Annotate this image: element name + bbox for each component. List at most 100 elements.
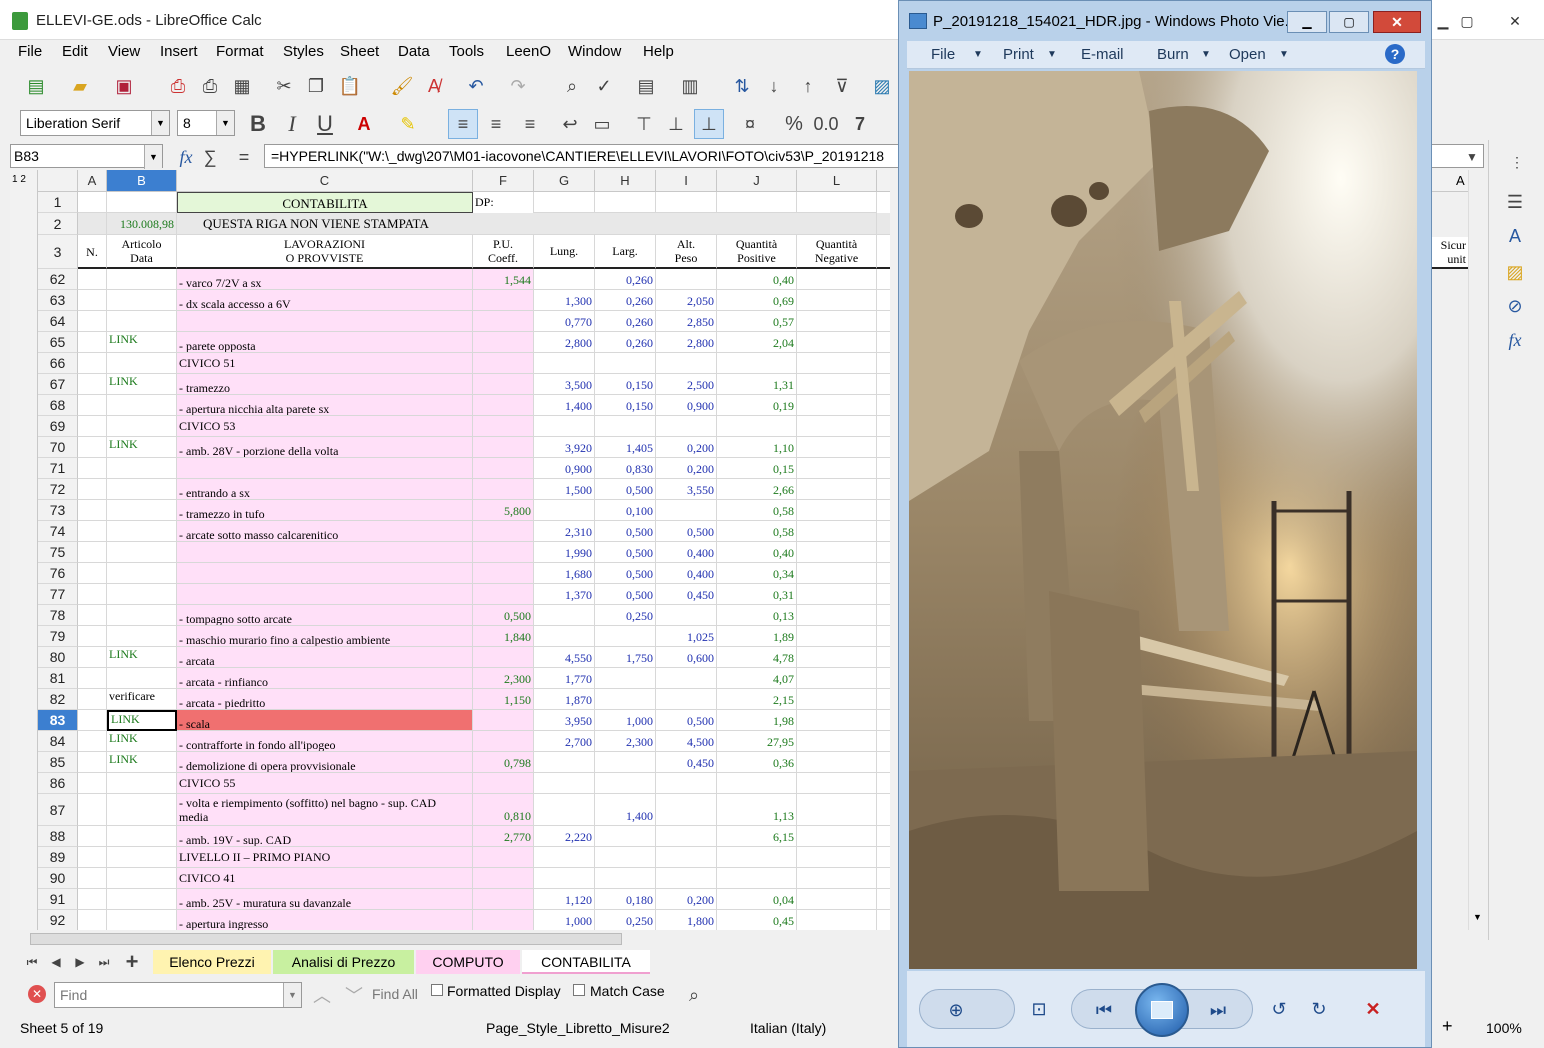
cell-b69[interactable] [107, 416, 177, 437]
cell-b82[interactable]: verificare [107, 689, 177, 710]
cell-g64[interactable]: 0,770 [534, 311, 595, 332]
cell-f62[interactable]: 1,544 [473, 269, 534, 290]
actual-size-icon[interactable]: ⊡ [1027, 997, 1051, 1021]
cell-g88[interactable]: 2,220 [534, 826, 595, 847]
cell-a87[interactable] [78, 794, 107, 826]
cell-b74[interactable] [107, 521, 177, 542]
cell-f81[interactable]: 2,300 [473, 668, 534, 689]
cell-f88[interactable]: 2,770 [473, 826, 534, 847]
cell-h69[interactable] [595, 416, 656, 437]
tab-analisi-di-prezzo[interactable]: Analisi di Prezzo [273, 950, 414, 974]
cell-b85[interactable]: LINK [107, 752, 177, 773]
cell-b64[interactable] [107, 311, 177, 332]
cell-j89[interactable] [717, 847, 797, 868]
cell-next66[interactable] [877, 353, 890, 374]
cell-i64[interactable]: 2,850 [656, 311, 717, 332]
cell-b84[interactable]: LINK [107, 731, 177, 752]
cell-i69[interactable] [656, 416, 717, 437]
cell-next64[interactable] [877, 311, 890, 332]
viewer-menu-print[interactable]: Print [1003, 46, 1034, 63]
cell-h77[interactable]: 0,500 [595, 584, 656, 605]
cell-j84[interactable]: 27,95 [717, 731, 797, 752]
cell-b87[interactable] [107, 794, 177, 826]
cell-l71[interactable] [797, 458, 877, 479]
autofilter-icon[interactable]: ⊽ [830, 74, 854, 98]
cell-b66[interactable] [107, 353, 177, 374]
cell-b81[interactable] [107, 668, 177, 689]
cell-l87[interactable] [797, 794, 877, 826]
spreadsheet-grid[interactable]: 1 2 ABCFGHIJL 1 CONTABILITA DP: 2 130.008,98… [10, 170, 890, 930]
cell-f87[interactable]: 0,810 [473, 794, 534, 826]
cell-j78[interactable]: 0,13 [717, 605, 797, 626]
cell-l63[interactable] [797, 290, 877, 311]
row-header-68[interactable]: 68 [38, 395, 78, 416]
cell-h81[interactable] [595, 668, 656, 689]
cell-i77[interactable]: 0,450 [656, 584, 717, 605]
cell-r3-next[interactable] [877, 235, 890, 269]
cell-next92[interactable] [877, 910, 890, 930]
column-header-g[interactable]: G [534, 170, 595, 192]
cell-l78[interactable] [797, 605, 877, 626]
vertical-scrollbar[interactable]: ▼ [1468, 170, 1488, 930]
cell-b77[interactable] [107, 584, 177, 605]
cell-l91[interactable] [797, 889, 877, 910]
cell-i75[interactable]: 0,400 [656, 542, 717, 563]
bold-icon[interactable]: B [246, 111, 270, 136]
cell-a69[interactable] [78, 416, 107, 437]
cell-f79[interactable]: 1,840 [473, 626, 534, 647]
cell-b67[interactable]: LINK [107, 374, 177, 395]
cell-l73[interactable] [797, 500, 877, 521]
cell-c63[interactable]: - dx scala accesso a 6V [177, 290, 473, 311]
cell-g83[interactable]: 3,950 [534, 710, 595, 731]
close-icon[interactable]: ✕ [1373, 11, 1421, 33]
cell-c88[interactable]: - amb. 19V - sup. CAD [177, 826, 473, 847]
row-icon[interactable]: ▤ [634, 74, 658, 98]
cell-j87[interactable]: 1,13 [717, 794, 797, 826]
cell-h67[interactable]: 0,150 [595, 374, 656, 395]
cell-c80[interactable]: - arcata [177, 647, 473, 668]
cell-l88[interactable] [797, 826, 877, 847]
row-header-81[interactable]: 81 [38, 668, 78, 689]
cell-l67[interactable] [797, 374, 877, 395]
row-header-87[interactable]: 87 [38, 794, 78, 826]
export-pdf-icon[interactable]: ⎙ [166, 74, 190, 98]
cell-b70[interactable]: LINK [107, 437, 177, 458]
cell-r1[interactable] [656, 192, 717, 213]
cell-b68[interactable] [107, 395, 177, 416]
cell-f72[interactable] [473, 479, 534, 500]
highlight-icon[interactable]: ✎ [396, 112, 420, 136]
row-header-75[interactable]: 75 [38, 542, 78, 563]
cell-i78[interactable] [656, 605, 717, 626]
row-header-66[interactable]: 66 [38, 353, 78, 374]
prev-sheet-icon[interactable]: ◀ [44, 950, 68, 974]
cell-g92[interactable]: 1,000 [534, 910, 595, 930]
row-header-72[interactable]: 72 [38, 479, 78, 500]
row-header-78[interactable]: 78 [38, 605, 78, 626]
cell-g89[interactable] [534, 847, 595, 868]
cell-g76[interactable]: 1,680 [534, 563, 595, 584]
print-preview-icon[interactable]: ▦ [230, 74, 254, 98]
slideshow-button[interactable] [1135, 983, 1189, 1037]
styles-icon[interactable]: A [1503, 224, 1527, 248]
cell-a88[interactable] [78, 826, 107, 847]
align-right-icon[interactable]: ≡ [518, 112, 542, 136]
column-header-j[interactable]: J [717, 170, 797, 192]
cell-i67[interactable]: 2,500 [656, 374, 717, 395]
cell-j64[interactable]: 0,57 [717, 311, 797, 332]
column-header-h[interactable]: H [595, 170, 656, 192]
cell-f69[interactable] [473, 416, 534, 437]
cell-c2-note[interactable]: QUESTA RIGA NON VIENE STAMPATA [177, 213, 877, 235]
cell-a62[interactable] [78, 269, 107, 290]
cell-l90[interactable] [797, 868, 877, 889]
find-replace-icon[interactable]: ⌕ [560, 74, 584, 98]
cell-f66[interactable] [473, 353, 534, 374]
cell-f76[interactable] [473, 563, 534, 584]
cell-a78[interactable] [78, 605, 107, 626]
viewer-menu-burn[interactable]: Burn [1157, 46, 1189, 63]
menu-tools[interactable]: Tools [449, 43, 484, 60]
cell-j65[interactable]: 2,04 [717, 332, 797, 353]
cell-h83[interactable]: 1,000 [595, 710, 656, 731]
cell-g65[interactable]: 2,800 [534, 332, 595, 353]
properties-icon[interactable]: ☰ [1503, 190, 1527, 214]
wrap-text-icon[interactable]: ↩ [558, 112, 582, 136]
